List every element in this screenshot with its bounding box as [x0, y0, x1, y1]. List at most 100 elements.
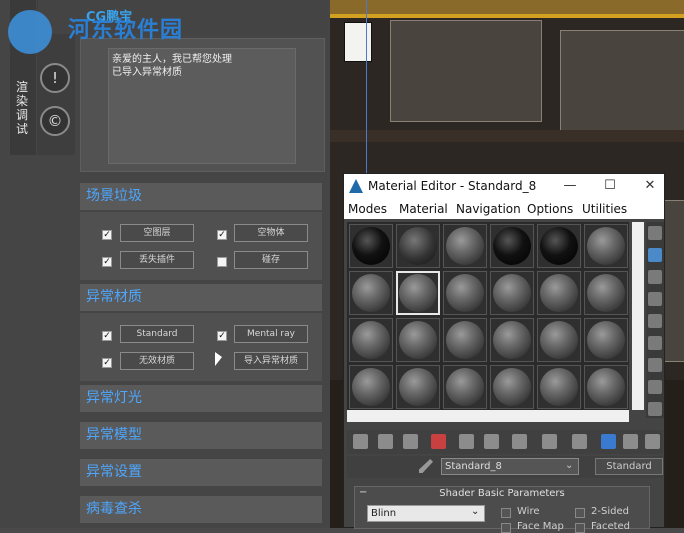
close-button[interactable]: ✕ — [638, 176, 662, 196]
maximize-button[interactable]: ☐ — [598, 176, 622, 196]
two-sided-checkbox[interactable] — [575, 508, 585, 518]
wood-beam — [330, 130, 684, 142]
faceted-label: Faceted — [591, 521, 631, 532]
assign-material-icon[interactable] — [403, 434, 418, 449]
material-name-row: Standard_8 ⌄ Standard — [347, 456, 663, 478]
invalid-material-button[interactable]: 无效材质 — [120, 352, 194, 370]
material-name-field[interactable]: Standard_8 — [441, 458, 579, 475]
sample-slot[interactable] — [349, 224, 393, 268]
log-line: 已导入异常材质 — [112, 67, 182, 78]
options-icon[interactable] — [648, 358, 662, 372]
sample-type-icon[interactable] — [648, 226, 662, 240]
sample-slot[interactable] — [537, 365, 581, 409]
section-abnormal-material[interactable]: 异常材质 — [80, 284, 322, 311]
menu-utilities[interactable]: Utilities — [582, 202, 627, 216]
selection-highlight — [330, 14, 684, 18]
shader-dropdown[interactable]: Blinn — [367, 505, 485, 522]
put-to-library-icon[interactable] — [484, 434, 499, 449]
empty-object-button[interactable]: 空物体 — [234, 224, 308, 242]
sample-slot[interactable] — [537, 224, 581, 268]
section-abnormal-light[interactable]: 异常灯光 — [80, 385, 322, 412]
tab-render-debug[interactable]: 渲染调试 — [14, 80, 30, 136]
checkbox-invalid-material[interactable]: ✓ — [102, 358, 112, 368]
menu-material[interactable]: Material — [399, 202, 448, 216]
section-abnormal-model[interactable]: 异常模型 — [80, 422, 322, 449]
material-editor-titlebar: Material Editor - Standard_8 — ☐ ✕ — [344, 174, 664, 199]
material-type-button[interactable]: Standard — [595, 458, 663, 475]
sample-slot[interactable] — [584, 318, 628, 362]
sample-slot[interactable] — [396, 318, 440, 362]
go-to-parent-icon[interactable] — [601, 434, 616, 449]
sample-uv-icon[interactable] — [648, 292, 662, 306]
section-abnormal-settings[interactable]: 异常设置 — [80, 459, 322, 486]
get-material-icon[interactable] — [353, 434, 368, 449]
watermark-logo-icon — [8, 10, 52, 54]
make-unique-icon[interactable] — [459, 434, 474, 449]
sample-slot[interactable] — [584, 365, 628, 409]
background-checker-icon[interactable] — [648, 270, 662, 284]
mental-ray-button[interactable]: Mental ray — [234, 325, 308, 343]
sample-slot[interactable] — [349, 271, 393, 315]
sample-slot[interactable] — [443, 318, 487, 362]
sample-slot[interactable] — [584, 271, 628, 315]
warning-icon[interactable]: ! — [40, 63, 70, 93]
sample-slot[interactable] — [396, 224, 440, 268]
checkbox-empty-object[interactable]: ✓ — [217, 230, 227, 240]
checkbox-cache[interactable] — [217, 257, 227, 267]
faceted-checkbox[interactable] — [575, 523, 585, 533]
backlight-icon[interactable] — [648, 248, 662, 262]
reset-map-icon[interactable] — [431, 434, 446, 449]
sample-slot[interactable] — [443, 271, 487, 315]
sample-slot[interactable] — [490, 224, 534, 268]
video-color-check-icon[interactable] — [648, 314, 662, 328]
material-map-navigator-icon[interactable] — [645, 434, 660, 449]
wire-checkbox[interactable] — [501, 508, 511, 518]
checkbox-empty-layer[interactable]: ✓ — [102, 230, 112, 240]
sample-slot[interactable] — [349, 365, 393, 409]
checkbox-mental-ray[interactable]: ✓ — [217, 331, 227, 341]
standard-button[interactable]: Standard — [120, 325, 194, 343]
checkbox-missing-plugin[interactable]: ✓ — [102, 257, 112, 267]
sample-slot[interactable] — [537, 318, 581, 362]
import-abnormal-material-button[interactable]: 导入异常材质 — [234, 352, 308, 370]
mouse-cursor-icon — [215, 352, 222, 366]
make-preview-icon[interactable] — [648, 336, 662, 350]
put-to-scene-icon[interactable] — [378, 434, 393, 449]
menu-modes[interactable]: Modes — [348, 202, 387, 216]
sample-slot[interactable] — [349, 318, 393, 362]
sample-slot[interactable] — [537, 271, 581, 315]
sample-slot[interactable] — [490, 271, 534, 315]
sample-slot[interactable] — [396, 365, 440, 409]
vertical-scrollbar[interactable] — [632, 222, 644, 410]
menu-options[interactable]: Options — [527, 202, 573, 216]
show-end-result-icon[interactable] — [572, 434, 587, 449]
section-virus-scan[interactable]: 病毒查杀 — [80, 496, 322, 523]
minimize-button[interactable]: — — [558, 176, 582, 196]
sample-slot-active[interactable] — [396, 271, 440, 315]
horizontal-scrollbar[interactable] — [347, 410, 629, 422]
rollout-title[interactable]: Shader Basic Parameters — [355, 487, 649, 501]
go-forward-sibling-icon[interactable] — [623, 434, 638, 449]
sample-slot[interactable] — [490, 365, 534, 409]
section-scene-junk-body — [80, 212, 322, 280]
missing-plugin-button[interactable]: 丢失插件 — [120, 251, 194, 269]
section-scene-junk[interactable]: 场景垃圾 — [80, 183, 322, 210]
sample-slot[interactable] — [443, 224, 487, 268]
sample-slot-grid — [347, 222, 629, 414]
material-navigator-icon[interactable] — [648, 402, 662, 416]
empty-layer-button[interactable]: 空图层 — [120, 224, 194, 242]
pick-material-eyedropper-icon[interactable] — [419, 459, 433, 473]
chevron-down-icon[interactable]: ⌄ — [565, 460, 573, 471]
copyright-icon[interactable]: © — [40, 106, 70, 136]
material-id-channel-icon[interactable] — [512, 434, 527, 449]
cache-button[interactable]: 碰存 — [234, 251, 308, 269]
sample-slot[interactable] — [490, 318, 534, 362]
sample-slot[interactable] — [443, 365, 487, 409]
menu-navigation[interactable]: Navigation — [456, 202, 521, 216]
select-by-material-icon[interactable] — [648, 380, 662, 394]
checkbox-standard[interactable]: ✓ — [102, 331, 112, 341]
face-map-checkbox[interactable] — [501, 523, 511, 533]
show-shaded-icon[interactable] — [542, 434, 557, 449]
chevron-down-icon[interactable]: ⌄ — [471, 506, 479, 517]
sample-slot[interactable] — [584, 224, 628, 268]
